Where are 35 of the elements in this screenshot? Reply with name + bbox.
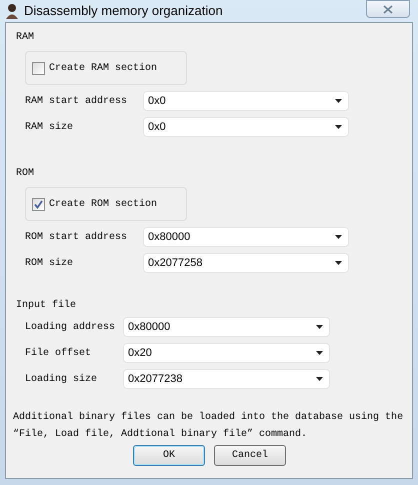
caret-icon: [316, 377, 323, 381]
field-label: Loading size: [25, 372, 98, 386]
check-icon: [34, 200, 43, 208]
dropdown[interactable]: 0x0: [143, 91, 349, 111]
checkbox[interactable]: Create RAM section: [32, 60, 158, 76]
person-icon: [4, 3, 20, 19]
dropdown[interactable]: 0x80000: [143, 227, 349, 247]
close-button[interactable]: [366, 0, 410, 18]
checkbox[interactable]: Create ROM section: [32, 196, 158, 212]
dropdown[interactable]: 0x20: [123, 343, 330, 363]
caret-icon: [335, 99, 342, 103]
section-label: Input file: [16, 298, 76, 313]
note-text: Additional binary files can be loaded into the database using the: [13, 410, 404, 425]
field-label: ROM start address: [25, 230, 128, 244]
field-label: ROM size: [25, 256, 74, 270]
caret-icon: [335, 235, 342, 239]
field-label: RAM size: [25, 120, 74, 134]
dropdown[interactable]: 0x2077258: [143, 253, 349, 273]
close-icon: [383, 4, 393, 14]
note-text: “File, Load file, Addtional binary file” command.: [13, 428, 308, 442]
field-label: Loading address: [25, 320, 116, 334]
caret-icon: [335, 261, 342, 265]
dropdown[interactable]: 0x2077238: [123, 369, 330, 389]
field-label: File offset: [25, 346, 92, 360]
caret-icon: [335, 125, 342, 129]
section-label: ROM: [16, 167, 34, 181]
dropdown[interactable]: 0x80000: [123, 317, 330, 337]
cancel-button[interactable]: Cancel: [214, 445, 286, 466]
window-title: Disassembly memory organization: [24, 2, 223, 20]
dropdown[interactable]: 0x0: [143, 117, 349, 137]
caret-icon: [316, 325, 323, 329]
field-label: RAM start address: [25, 94, 128, 108]
section-label: RAM: [16, 31, 34, 45]
caret-icon: [316, 351, 323, 355]
ok-button[interactable]: OK: [133, 445, 205, 466]
